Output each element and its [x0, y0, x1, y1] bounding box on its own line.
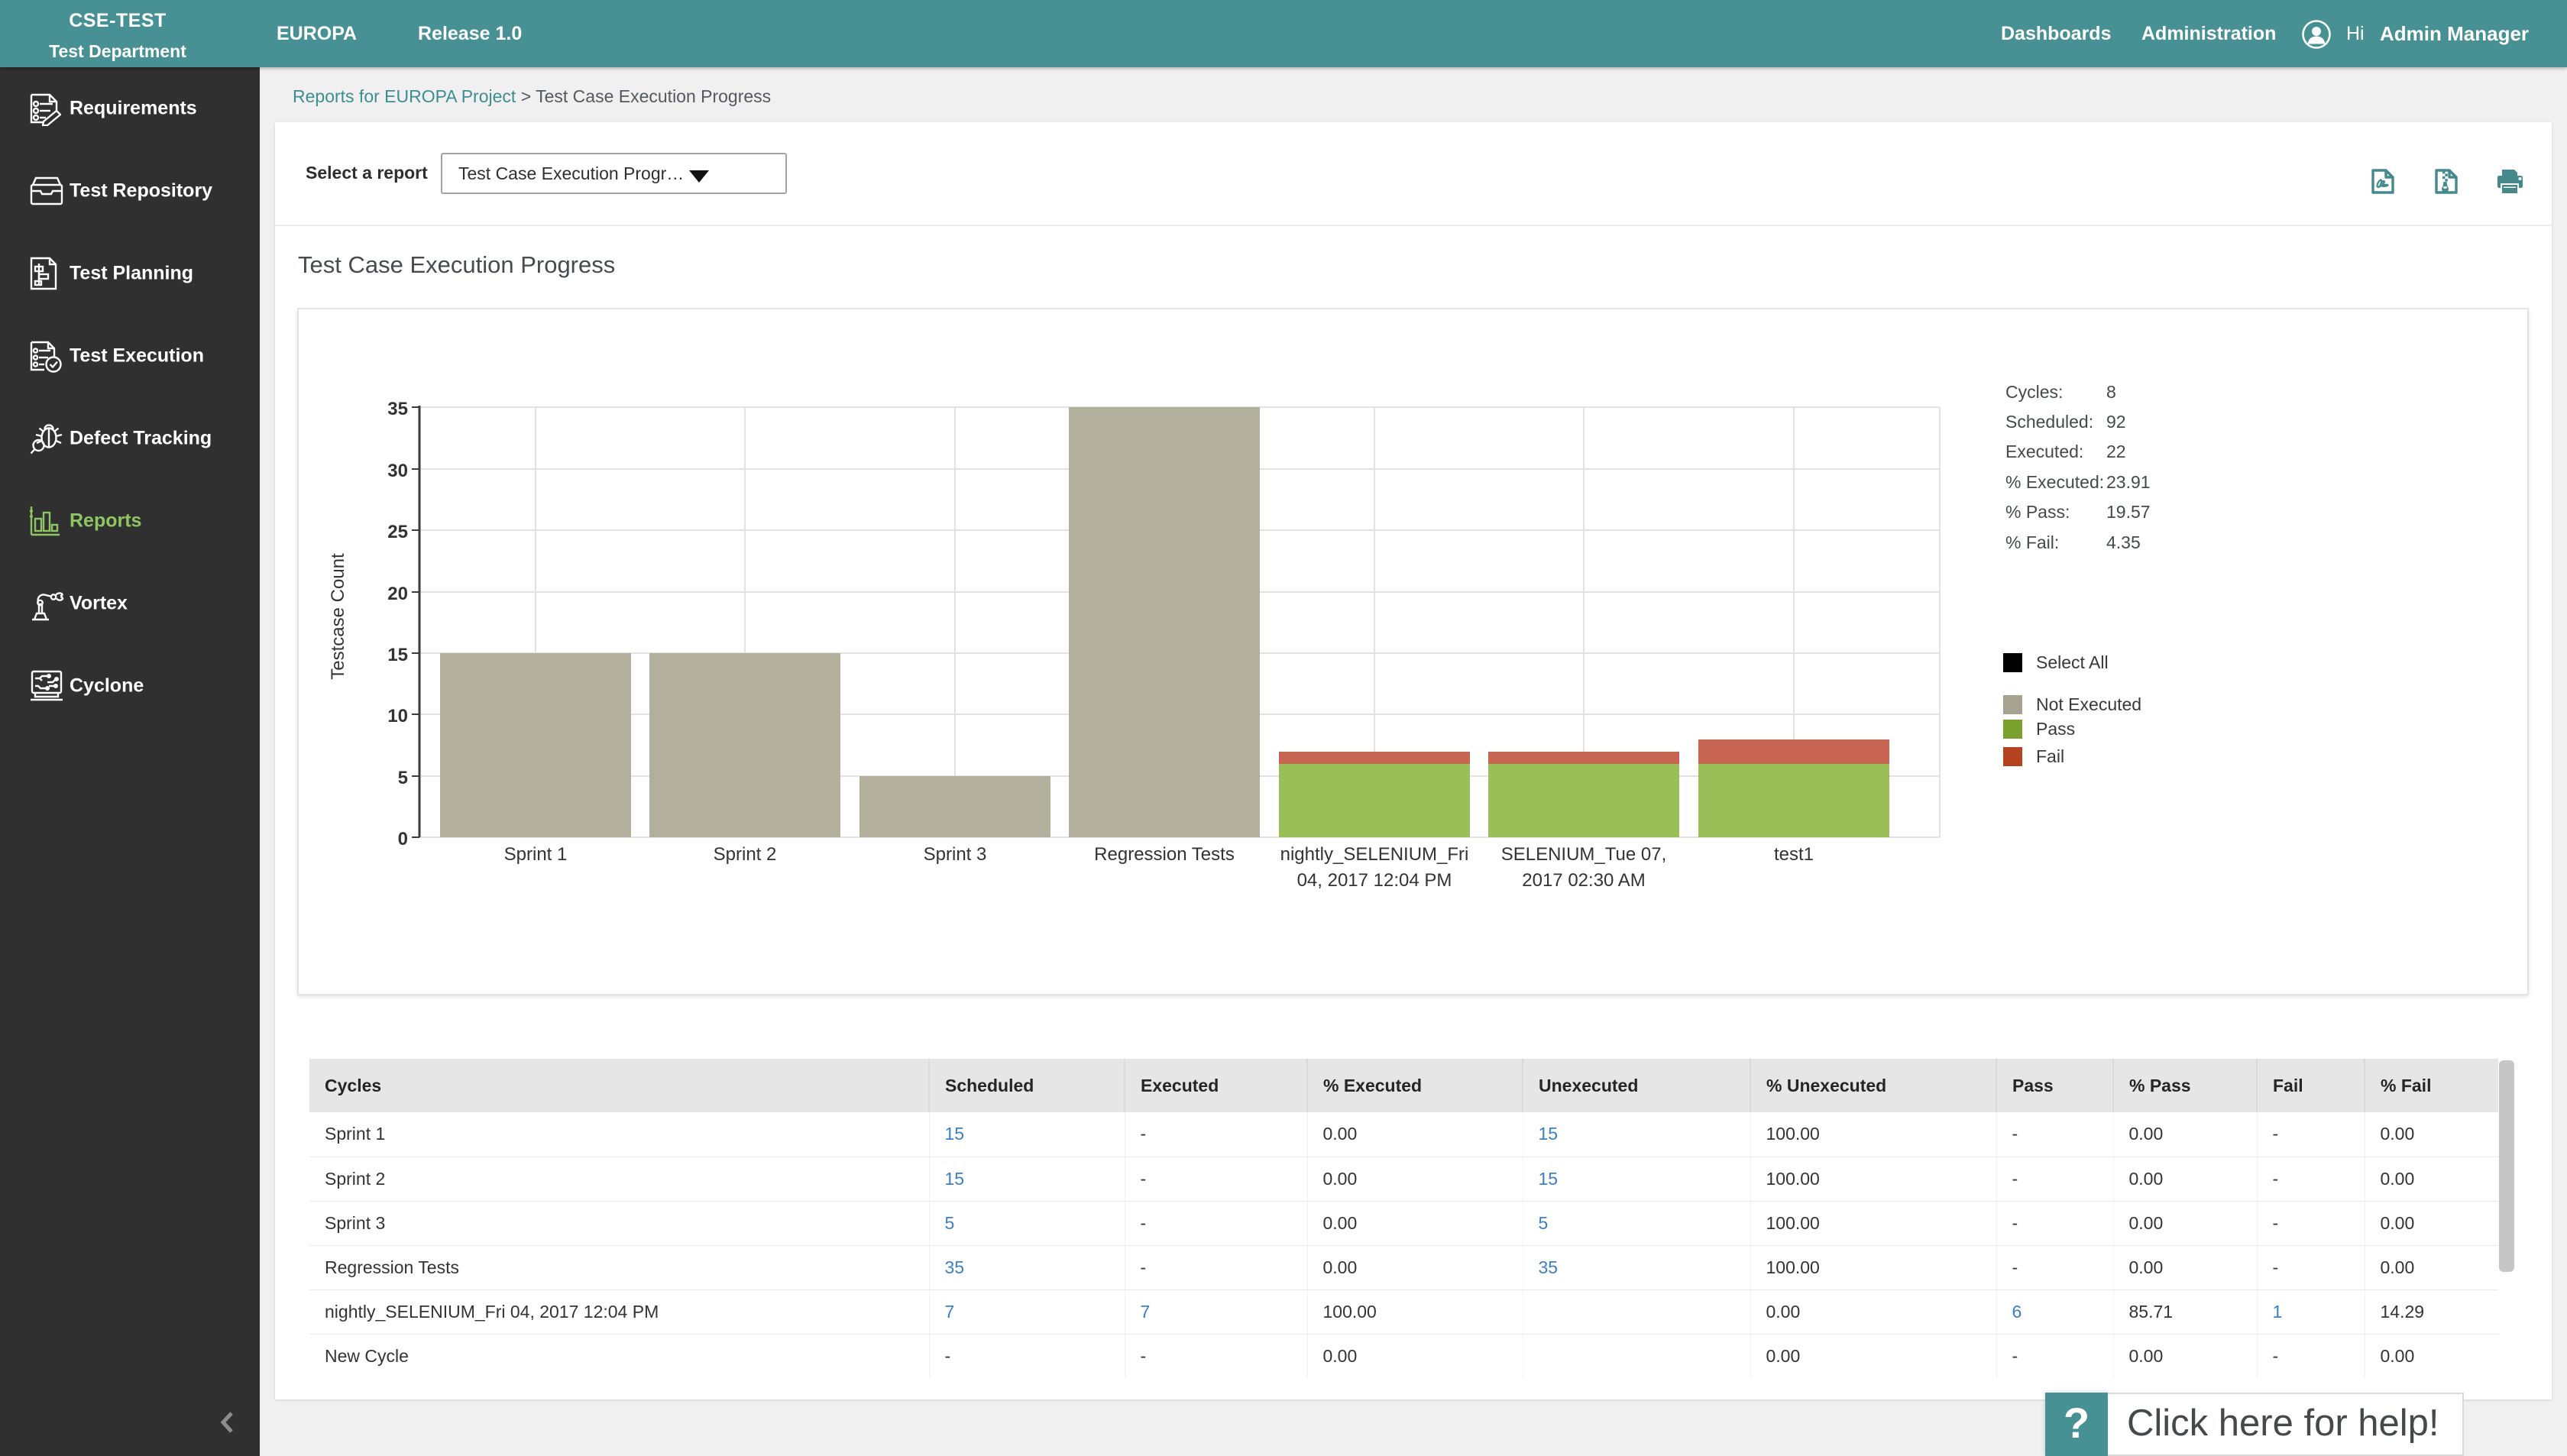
svg-text:2017 02:30 AM: 2017 02:30 AM — [1522, 870, 1645, 891]
svg-text:Testcase Count: Testcase Count — [328, 553, 348, 680]
svg-text:Sprint 1: Sprint 1 — [504, 844, 568, 865]
svg-text:Sprint 3: Sprint 3 — [924, 844, 987, 865]
svg-text:15: 15 — [387, 645, 408, 665]
svg-text:10: 10 — [387, 706, 408, 726]
svg-text:04, 2017 12:04 PM: 04, 2017 12:04 PM — [1297, 870, 1452, 891]
svg-text:SELENIUM_Tue 07,: SELENIUM_Tue 07, — [1501, 844, 1667, 865]
svg-text:35: 35 — [387, 399, 408, 419]
svg-text:Regression Tests: Regression Tests — [1094, 844, 1235, 865]
svg-text:25: 25 — [387, 522, 408, 542]
svg-text:0: 0 — [398, 829, 408, 849]
svg-text:20: 20 — [387, 584, 408, 604]
svg-text:nightly_SELENIUM_Fri: nightly_SELENIUM_Fri — [1280, 844, 1469, 865]
svg-text:Sprint 2: Sprint 2 — [714, 844, 777, 865]
svg-text:5: 5 — [398, 768, 408, 788]
svg-text:test1: test1 — [1774, 844, 1814, 865]
svg-text:30: 30 — [387, 461, 408, 481]
